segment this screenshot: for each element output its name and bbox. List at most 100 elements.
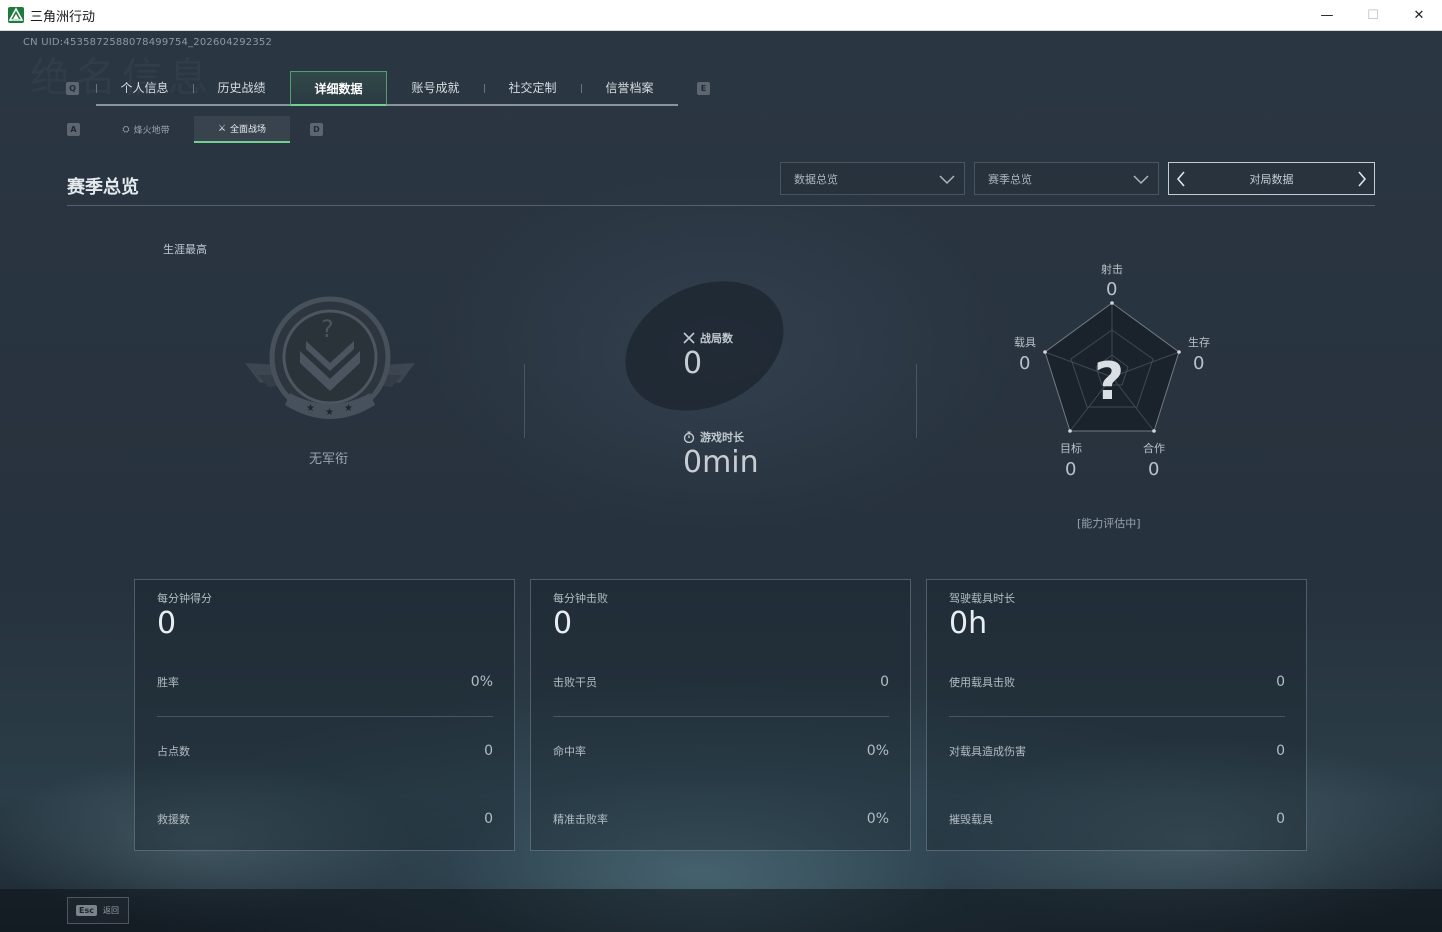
flame-icon: ⛭ — [122, 124, 130, 135]
radar-value-teamwork: 0 — [1148, 459, 1160, 480]
sub-tabs: ⛭ 烽火地带 ⚔ 全面战场 — [98, 116, 290, 143]
stat-label: 击败干员 — [553, 676, 597, 689]
key-hint-prev-subtab: A — [67, 123, 80, 136]
card-divider — [949, 716, 1285, 717]
stat-card-score: 每分钟得分 0 胜率 0% 占点数 0 救援数 0 — [134, 579, 515, 851]
tab-label: 账号成就 — [411, 81, 460, 95]
stat-label: 精准击败率 — [553, 813, 608, 826]
subtab-hazard-ops[interactable]: ⛭ 烽火地带 — [98, 116, 194, 143]
chevron-left-icon[interactable] — [1175, 169, 1187, 189]
footer-bar — [0, 889, 1442, 932]
career-highest-label: 生涯最高 — [163, 243, 207, 256]
tab-social[interactable]: 社交定制 — [484, 71, 581, 106]
stat-label: 占点数 — [157, 745, 190, 758]
radar-center-mark: ? — [1094, 352, 1124, 412]
stat-row: 对载具造成伤害 0 — [949, 743, 1285, 765]
stat-value: 0 — [1276, 674, 1285, 690]
maximize-button[interactable]: ☐ — [1350, 0, 1396, 31]
stat-label: 对载具造成伤害 — [949, 745, 1026, 758]
stat-row: 击败干员 0 — [553, 674, 889, 696]
dropdown-value: 数据总览 — [794, 172, 838, 186]
stat-card-kills: 每分钟击败 0 击败干员 0 命中率 0% 精准击败率 0% — [530, 579, 911, 851]
stat-value: 0 — [484, 743, 493, 759]
stat-label: 救援数 — [157, 813, 190, 826]
stat-value: 0% — [866, 811, 889, 827]
section-title: 赛季总览 — [67, 177, 139, 198]
radar-value-shooting: 0 — [1106, 279, 1118, 300]
tab-label: 个人信息 — [120, 81, 169, 95]
card-value: 0h — [949, 606, 988, 641]
minimize-button[interactable]: — — [1304, 0, 1350, 31]
radar-label-objective: 目标 — [1060, 442, 1082, 455]
rank-badge-mark: ? — [321, 315, 334, 343]
radar-label-shooting: 射击 — [1101, 263, 1123, 276]
subtab-warfare[interactable]: ⚔ 全面战场 — [194, 116, 290, 143]
window-title: 三角洲行动 — [30, 9, 96, 25]
tab-credit[interactable]: 信誉档案 — [581, 71, 678, 106]
close-button[interactable]: ✕ — [1396, 0, 1442, 31]
radar-label-survival: 生存 — [1188, 336, 1210, 349]
stat-value: 0 — [1276, 811, 1285, 827]
stat-row: 使用载具击败 0 — [949, 674, 1285, 696]
card-value: 0 — [553, 606, 573, 641]
radar-value-survival: 0 — [1193, 353, 1205, 374]
rank-badge-icon: ★ ★ ★ ? — [245, 296, 415, 419]
stat-label: 摧毁载具 — [949, 813, 993, 826]
stat-row: 命中率 0% — [553, 743, 889, 765]
main-tabs: 个人信息 历史战绩 详细数据 账号成就 社交定制 信誉档案 — [96, 71, 678, 106]
matches-label: 战局数 — [700, 332, 733, 345]
radar-value-vehicle: 0 — [1019, 353, 1031, 374]
pager-label: 对局数据 — [1249, 172, 1294, 186]
data-overview-dropdown[interactable]: 数据总览 — [780, 162, 965, 195]
key-hint-prev-tab: Q — [66, 82, 79, 95]
uid-text: CN UID:4535872588078499754_202604292352 — [23, 37, 273, 48]
play-time-label: 游戏时长 — [700, 431, 744, 444]
crossed-swords-icon: ⚔ — [217, 123, 227, 134]
season-dropdown[interactable]: 赛季总览 — [974, 162, 1159, 195]
card-title: 驾驶载具时长 — [949, 592, 1015, 605]
crossed-swords-icon — [683, 332, 695, 344]
stat-label: 使用载具击败 — [949, 676, 1015, 689]
radar-label-vehicle: 载具 — [1014, 336, 1036, 349]
key-hint-next-tab: E — [697, 82, 710, 95]
section-divider — [67, 205, 1375, 206]
stopwatch-icon — [683, 431, 695, 443]
subtab-label: 全面战场 — [230, 125, 267, 135]
card-title: 每分钟得分 — [157, 592, 212, 605]
esc-key-hint: Esc — [76, 905, 97, 916]
stat-card-vehicle: 驾驶载具时长 0h 使用载具击败 0 对载具造成伤害 0 摧毁载具 0 — [926, 579, 1307, 851]
chevron-down-icon — [939, 175, 955, 185]
card-divider — [157, 716, 493, 717]
radar-value-objective: 0 — [1065, 459, 1077, 480]
vertical-divider — [916, 364, 917, 438]
stat-value: 0 — [1276, 743, 1285, 759]
subtab-label: 烽火地带 — [133, 126, 170, 136]
card-title: 每分钟击败 — [553, 592, 608, 605]
stat-label: 胜率 — [157, 676, 179, 689]
stat-value: 0% — [470, 674, 493, 690]
back-button[interactable]: Esc 返回 — [67, 897, 129, 924]
stat-row: 救援数 0 — [157, 811, 493, 833]
vertical-divider — [524, 364, 525, 438]
card-divider — [553, 716, 889, 717]
tab-personal-info[interactable]: 个人信息 — [96, 71, 193, 106]
rank-name: 无军衔 — [309, 452, 349, 467]
svg-text:★: ★ — [325, 407, 334, 418]
tab-achievements[interactable]: 账号成就 — [387, 71, 484, 106]
key-hint-next-subtab: D — [310, 123, 323, 136]
chevron-down-icon — [1133, 175, 1149, 185]
tab-detailed-data[interactable]: 详细数据 — [290, 71, 387, 106]
tab-history[interactable]: 历史战绩 — [193, 71, 290, 106]
stat-label: 命中率 — [553, 745, 586, 758]
stat-value: 0 — [484, 811, 493, 827]
tab-label: 历史战绩 — [217, 81, 266, 95]
back-label: 返回 — [102, 906, 119, 915]
radar-status: [能力评估中] — [1077, 517, 1141, 530]
background-dish — [604, 256, 805, 436]
matches-value: 0 — [683, 346, 703, 381]
app-logo-icon — [8, 7, 24, 23]
stat-value: 0% — [866, 743, 889, 759]
chevron-right-icon[interactable] — [1356, 169, 1368, 189]
tab-label: 信誉档案 — [605, 81, 654, 95]
stat-value: 0 — [880, 674, 889, 690]
